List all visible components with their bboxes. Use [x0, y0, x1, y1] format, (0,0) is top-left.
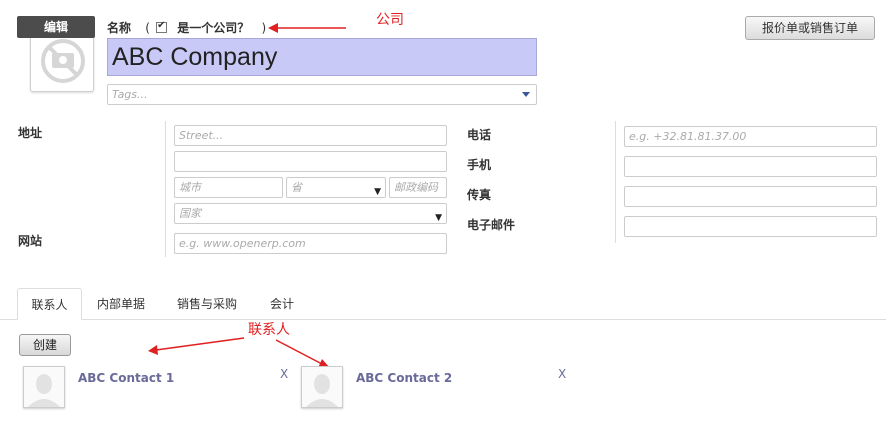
tags-placeholder: Tags... [112, 88, 148, 101]
company-name-input[interactable]: ABC Company [107, 38, 537, 76]
quotation-sales-order-button[interactable]: 报价单或销售订单 [745, 16, 875, 40]
contact-avatar[interactable] [23, 366, 65, 408]
mobile-label: 手机 [467, 158, 492, 172]
email-label: 电子邮件 [467, 218, 516, 232]
phone-label: 电话 [467, 128, 492, 142]
mobile-input[interactable] [624, 156, 877, 177]
contact-name-link[interactable]: ABC Contact 1 [78, 371, 174, 385]
is-company-checkbox[interactable] [156, 20, 168, 33]
annotation-company: 公司 [376, 12, 404, 28]
street2-input[interactable] [174, 151, 447, 172]
annotation-arrow-company [268, 23, 346, 33]
edit-photo-button[interactable]: 编辑 [17, 16, 95, 38]
fax-label: 传真 [467, 188, 492, 202]
street-placeholder: Street... [179, 129, 224, 142]
divider-right [615, 121, 616, 243]
remove-contact-button[interactable]: X [558, 367, 566, 381]
tags-input[interactable]: Tags... [107, 84, 537, 105]
address-label: 地址 [18, 126, 43, 140]
name-label-row: 名称 ( 是一个公司？ ) [107, 19, 266, 36]
country-placeholder: 国家 [179, 207, 201, 220]
contact-avatar[interactable] [301, 366, 343, 408]
state-dropdown-icon: ▼ [374, 187, 381, 197]
contact-name-link[interactable]: ABC Contact 2 [356, 371, 452, 385]
zip-input[interactable]: 邮政编码 [389, 177, 447, 198]
state-select[interactable]: 省 ▼ [286, 177, 386, 198]
tab-sales-purchases[interactable]: 销售与采购 [177, 288, 237, 320]
name-label: 名称 [107, 21, 132, 35]
remove-contact-button[interactable]: X [280, 367, 288, 381]
state-placeholder: 省 [291, 181, 302, 194]
city-placeholder: 城市 [179, 181, 201, 194]
website-label: 网站 [18, 234, 43, 248]
street-input[interactable]: Street... [174, 125, 447, 146]
is-company-label: 是一个公司？ [177, 21, 250, 35]
zip-placeholder: 邮政编码 [394, 181, 438, 194]
country-select[interactable]: 国家 ▼ [174, 203, 447, 224]
close-paren: ) [261, 21, 267, 35]
create-contact-button[interactable]: 创建 [19, 334, 71, 356]
website-placeholder: e.g. www.openerp.com [179, 237, 306, 250]
divider-left [165, 121, 166, 257]
tags-dropdown-icon[interactable] [522, 92, 530, 97]
tab-internal-notes[interactable]: 内部单据 [97, 288, 145, 320]
person-silhouette-icon [24, 367, 64, 407]
open-paren: ( [145, 21, 150, 35]
email-input[interactable] [624, 216, 877, 237]
phone-placeholder: e.g. +32.81.81.37.00 [629, 130, 747, 143]
fax-input[interactable] [624, 186, 877, 207]
city-input[interactable]: 城市 [174, 177, 283, 198]
phone-input[interactable]: e.g. +32.81.81.37.00 [624, 126, 877, 147]
country-dropdown-icon: ▼ [435, 213, 442, 223]
website-input[interactable]: e.g. www.openerp.com [174, 233, 447, 254]
tab-contacts[interactable]: 联系人 [17, 288, 82, 320]
tab-accounting[interactable]: 会计 [270, 288, 294, 320]
person-silhouette-icon [302, 367, 342, 407]
